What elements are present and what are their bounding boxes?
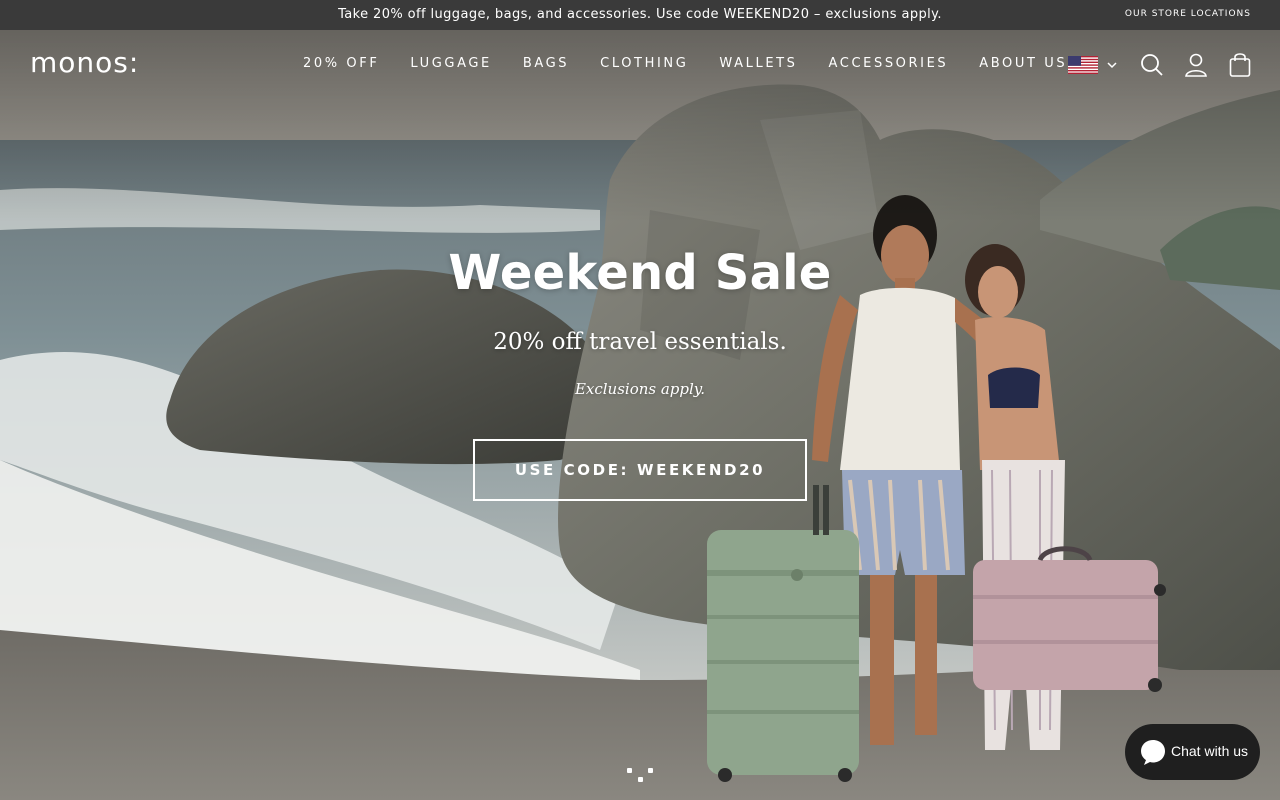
cart-icon[interactable] <box>1229 52 1251 78</box>
hero-image <box>0 30 1280 800</box>
slide-dot-3[interactable] <box>648 768 653 773</box>
nav-item-wallets[interactable]: WALLETS <box>719 56 797 71</box>
monos-logo[interactable]: monos: <box>30 50 152 76</box>
account-icon[interactable] <box>1184 52 1208 78</box>
nav-item-accessories[interactable]: ACCESSORIES <box>829 56 949 71</box>
nav-item-bags[interactable]: BAGS <box>523 56 569 71</box>
us-flag-icon[interactable] <box>1068 56 1098 74</box>
svg-text:monos:: monos: <box>30 50 139 76</box>
slide-dot-2[interactable] <box>638 777 643 782</box>
search-icon[interactable] <box>1140 52 1164 78</box>
chat-bubble-icon <box>1141 740 1165 765</box>
hero-banner <box>0 30 1280 800</box>
slider-dots <box>627 768 657 784</box>
nav-item-clothing[interactable]: CLOTHING <box>600 56 688 71</box>
slide-dot-1[interactable] <box>627 768 632 773</box>
store-locations-link[interactable]: OUR STORE LOCATIONS <box>1125 9 1251 19</box>
chat-widget-button[interactable]: Chat with us <box>1125 724 1260 780</box>
nav-item-20-off[interactable]: 20% OFF <box>303 56 379 71</box>
hero-subtitle: 20% off travel essentials. <box>493 329 787 355</box>
chevron-down-icon[interactable] <box>1106 59 1118 71</box>
nav-item-luggage[interactable]: LUGGAGE <box>410 56 491 71</box>
announcement-text: Take 20% off luggage, bags, and accessor… <box>338 7 942 22</box>
announcement-bar: Take 20% off luggage, bags, and accessor… <box>0 0 1280 30</box>
chat-label: Chat with us <box>1171 743 1249 759</box>
hero-title: Weekend Sale <box>448 245 832 301</box>
main-nav: 20% OFF LUGGAGE BAGS CLOTHING WALLETS AC… <box>303 56 1098 71</box>
nav-item-about-us[interactable]: ABOUT US <box>979 56 1067 71</box>
hero-note: Exclusions apply. <box>574 380 706 398</box>
site-header: monos: 20% OFF LUGGAGE BAGS CLOTHING WAL… <box>0 30 1280 100</box>
use-code-button[interactable]: USE CODE: WEEKEND20 <box>473 439 807 501</box>
